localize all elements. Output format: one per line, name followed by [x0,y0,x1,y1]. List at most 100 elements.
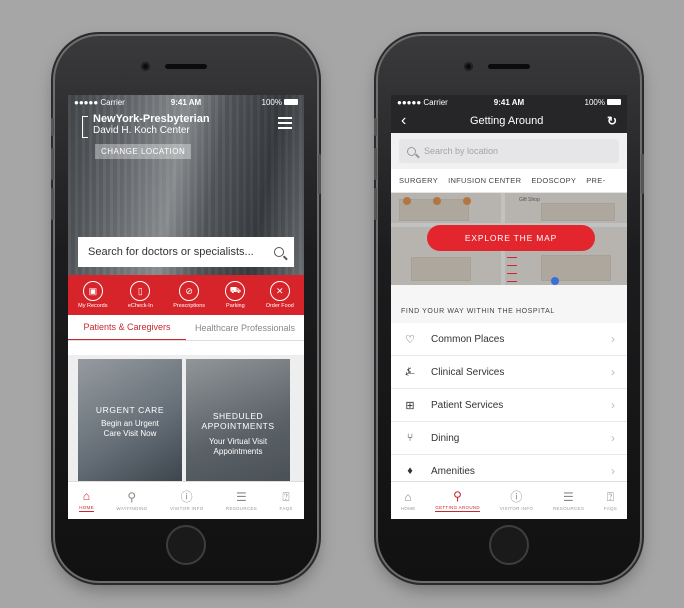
list-icon: ☰ [235,489,248,504]
list-item-label: Common Places [431,333,505,345]
question-icon: ⍰ [606,489,615,504]
info-icon: ⓘ [510,489,523,504]
pulse-icon: ⍼ [405,365,415,378]
tabbar-home[interactable]: ⌂ HOME [79,490,94,512]
chevron-right-icon: › [611,332,615,346]
front-camera [141,62,150,71]
tabbar-home[interactable]: ⌂ HOME [401,491,416,511]
search-placeholder: Search for doctors or specialists... [88,246,254,258]
chevron-right-icon: › [611,398,615,412]
audience-tabs: Patients & Caregivers Healthcare Profess… [68,315,304,341]
list-item-patient-services[interactable]: ⊞ Patient Services › [391,389,627,422]
status-bar: ●●●●● Carrier 9:41 AM 100% [391,95,627,109]
search-placeholder: Search by location [424,146,499,156]
utensils-icon: ✕ [269,281,290,301]
quick-action-prescriptions[interactable]: ⊘ Prescriptions [173,281,205,309]
route-chevrons [507,253,517,285]
amenities-icon: ♦ [407,465,413,477]
list-item-clinical-services[interactable]: ⍼ Clinical Services › [391,356,627,389]
tabbar-faqs[interactable]: ⍰ FAQS [604,491,617,511]
map-preview[interactable]: Gift Shop EXPLORE THE MAP [391,193,627,285]
logo-bracket-icon [82,116,88,138]
home-icon: ⌂ [82,488,91,503]
phone-frame-right: ●●●●● Carrier 9:41 AM 100% ‹ Getting Aro… [374,36,644,581]
quick-action-parking[interactable]: ⛟ Parking [225,281,246,309]
explore-map-button[interactable]: EXPLORE THE MAP [427,225,595,251]
hamburger-menu-icon[interactable] [278,117,292,129]
brand-location: David H. Koch Center [93,125,190,136]
back-chevron-icon[interactable]: ‹ [401,112,406,130]
tabbar-visitor-info[interactable]: ⓘ VISITOR INFO [500,491,534,511]
card-title: URGENT CARE [95,405,165,415]
quick-action-label: eCheck-In [127,303,153,309]
tabbar-resources[interactable]: ☰ RESOURCES [553,491,584,511]
tabbar-label: RESOURCES [225,505,258,511]
power-button [641,154,644,194]
earpiece-speaker [488,64,530,69]
hero-banner: ●●●●● Carrier 9:41 AM 100% NewYork-Presb… [68,95,304,275]
list-icon: ☰ [563,489,575,504]
tabbar-wayfinding[interactable]: ⚲ WAYFINDING [116,491,147,511]
carrier-text: ●●●●● Carrier [397,97,448,107]
home-icon: ⌂ [404,489,412,504]
quick-action-label: My Records [78,303,108,309]
change-location-button[interactable]: CHANGE LOCATION [95,144,192,159]
quick-action-my-records[interactable]: ▣ My Records [78,281,108,309]
tabbar-label: VISITOR INFO [169,505,204,511]
list-item-common-places[interactable]: ♡ Common Places › [391,323,627,356]
phone-checkin-icon: ▯ [130,281,151,301]
quick-action-label: Order Food [265,303,294,309]
header: ●●●●● Carrier 9:41 AM 100% ‹ Getting Aro… [391,95,627,133]
carrier-text: ●●●●● Carrier [74,97,125,107]
chevron-right-icon: › [611,431,615,445]
card-subtitle: Appointments [213,447,263,456]
list-item-label: Patient Services [431,399,504,411]
records-icon: ▣ [82,281,103,301]
tabbar-getting-around[interactable]: ⚲ GETTING AROUND [435,490,480,512]
home-button [166,525,206,565]
info-icon: ⓘ [180,489,193,504]
tabbar-label: WAYFINDING [116,505,148,511]
mute-switch [374,118,377,136]
quick-action-echeck-in[interactable]: ▯ eCheck-In [128,281,153,309]
pill-icon: ⊘ [179,281,200,301]
volume-up-button [51,148,54,180]
battery-indicator: 100% [585,98,621,107]
tabbar-visitor-info[interactable]: ⓘ VISITOR INFO [170,491,204,511]
search-icon[interactable] [274,247,284,257]
quick-action-order-food[interactable]: ✕ Order Food [266,281,294,309]
battery-icon [607,99,621,106]
list-item-label: Dining [431,432,460,444]
category-endoscopy[interactable]: EDOSCOPY [531,176,576,185]
home-screen: ●●●●● Carrier 9:41 AM 100% NewYork-Presb… [68,95,304,519]
current-location-dot [551,277,559,285]
urgent-care-card[interactable]: URGENT CARE Begin an Urgent Care Visit N… [78,359,182,489]
tabbar-resources[interactable]: ☰ RESOURCES [226,491,257,511]
location-pin-icon: ⚲ [453,488,463,503]
battery-text: 100% [584,97,605,107]
category-surgery[interactable]: SURGERY [399,176,438,185]
volume-up-button [374,148,377,180]
status-bar: ●●●●● Carrier 9:41 AM 100% [68,95,304,109]
card-subtitle: Your Virtual Visit [208,437,268,446]
tabbar-label: FAQS [603,505,618,511]
tab-healthcare-professionals[interactable]: Healthcare Professionals [186,315,304,340]
refresh-icon[interactable]: ↻ [607,114,617,128]
list-item-label: Amenities [431,465,475,477]
getting-around-screen: ●●●●● Carrier 9:41 AM 100% ‹ Getting Aro… [391,95,627,519]
card-title: APPOINTMENTS [201,421,275,431]
location-search-bar: Search by location [391,133,627,169]
tab-patients-caregivers[interactable]: Patients & Caregivers [68,315,186,340]
category-infusion-center[interactable]: INFUSION CENTER [448,176,521,185]
category-pre[interactable]: PRE- [586,176,605,185]
earpiece-speaker [165,64,207,69]
dining-icon: ⑂ [406,432,414,444]
battery-indicator: 100% [262,98,298,107]
list-item-dining[interactable]: ⑂ Dining › [391,422,627,455]
location-search-input[interactable]: Search by location [399,139,619,163]
tabbar-faqs[interactable]: ⍰ FAQS [280,491,293,511]
tabbar-label: HOME [400,505,416,511]
tabbar-label: GETTING AROUND [435,504,480,512]
doctor-search-input[interactable]: Search for doctors or specialists... [78,237,294,267]
quick-action-label: Prescriptions [173,303,206,309]
